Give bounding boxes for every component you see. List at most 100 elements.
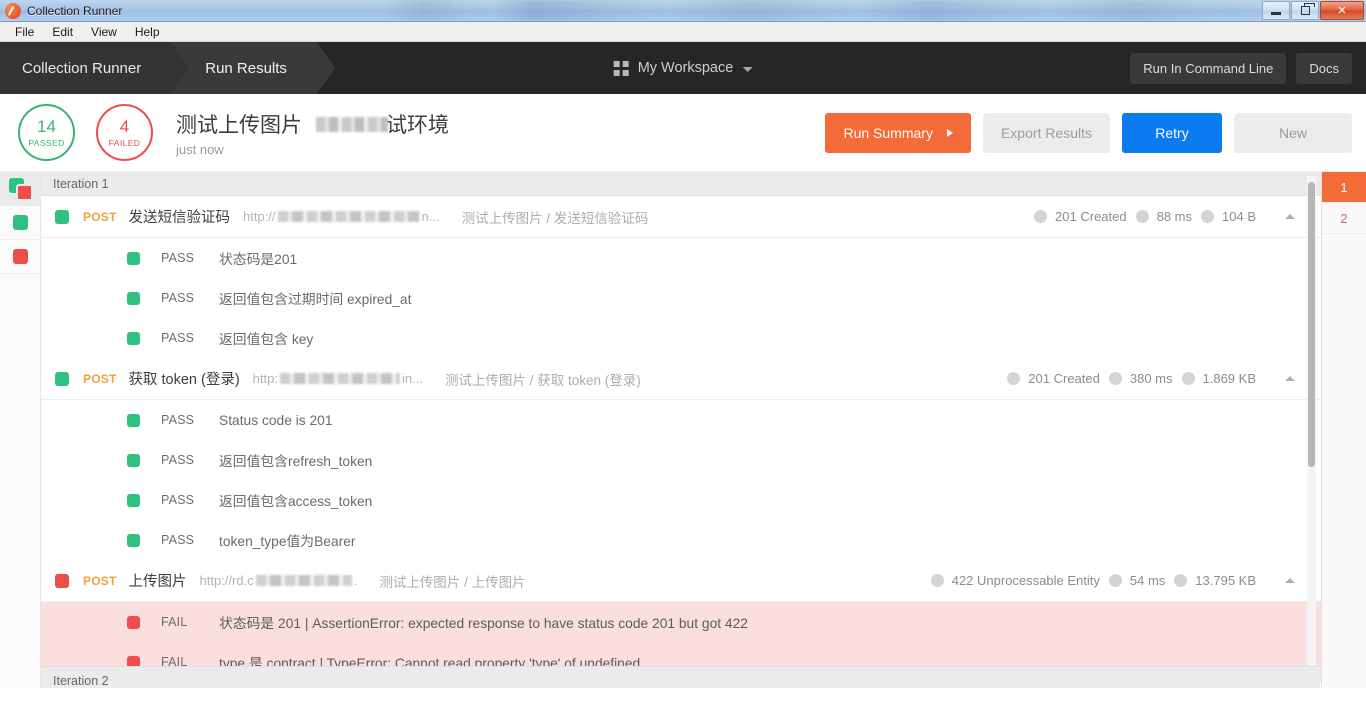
size-metric: 104 B bbox=[1201, 209, 1256, 224]
request-metrics: 422 Unprocessable Entity 54 ms 13.795 KB bbox=[930, 573, 1295, 588]
status-code-metric: 201 Created bbox=[1007, 371, 1100, 386]
menu-bar: File Edit View Help bbox=[0, 22, 1366, 42]
failed-count: 4 bbox=[119, 116, 130, 136]
minimize-icon bbox=[1271, 11, 1281, 15]
test-name: 返回值包含access_token bbox=[219, 494, 373, 509]
window-controls: ✕ bbox=[1261, 1, 1364, 20]
request-name: 上传图片 bbox=[128, 574, 187, 590]
fail-icon bbox=[127, 615, 140, 629]
time-dot-icon bbox=[1135, 210, 1149, 223]
request-path: 测试上传图片 / 获取 token (登录) bbox=[444, 372, 641, 388]
test-row: PASS 返回值包含 key bbox=[41, 318, 1321, 358]
status-dot-icon bbox=[1034, 210, 1048, 223]
retry-button[interactable]: Retry bbox=[1122, 112, 1222, 153]
test-name: 状态码是201 bbox=[219, 252, 298, 267]
filter-failed-button[interactable] bbox=[0, 240, 40, 274]
test-row: FAIL 状态码是 201 | AssertionError: expected… bbox=[41, 602, 1321, 642]
menu-help[interactable]: Help bbox=[126, 23, 169, 41]
iteration-page-1[interactable]: 1 bbox=[1322, 172, 1366, 203]
status-dot-icon bbox=[1007, 372, 1021, 385]
workspace-selector[interactable]: My Workspace bbox=[604, 42, 763, 94]
chevron-up-icon[interactable] bbox=[1285, 214, 1295, 219]
test-result: PASS bbox=[161, 453, 195, 467]
chevron-right-icon bbox=[946, 128, 953, 137]
test-result: PASS bbox=[161, 413, 195, 427]
request-row[interactable]: POST 发送短信验证码 http:// n... 测试上传图片 / 发送短信验… bbox=[41, 196, 1321, 238]
postman-icon bbox=[5, 2, 21, 19]
request-method: POST bbox=[83, 573, 117, 588]
workspace-label: My Workspace bbox=[637, 60, 734, 76]
size-dot-icon bbox=[1201, 210, 1215, 223]
docs-button[interactable]: Docs bbox=[1296, 52, 1352, 84]
failed-label: FAILED bbox=[108, 137, 141, 148]
iteration-page-2[interactable]: 2 bbox=[1322, 203, 1366, 234]
test-result: PASS bbox=[161, 291, 195, 305]
run-in-command-line-button[interactable]: Run In Command Line bbox=[1130, 52, 1287, 84]
chevron-up-icon[interactable] bbox=[1285, 376, 1295, 381]
test-result: FAIL bbox=[161, 615, 188, 629]
size-metric: 13.795 KB bbox=[1174, 573, 1256, 588]
size-dot-icon bbox=[1174, 574, 1188, 587]
breadcrumb-run-results[interactable]: Run Results bbox=[171, 42, 335, 94]
request-method: POST bbox=[83, 209, 117, 224]
chevron-down-icon bbox=[742, 67, 753, 72]
grid-icon bbox=[613, 60, 629, 76]
time-metric: 54 ms bbox=[1108, 573, 1165, 588]
close-button[interactable]: ✕ bbox=[1320, 1, 1364, 20]
request-row[interactable]: POST 获取 token (登录) http: in... 测试上传图片 / … bbox=[41, 358, 1321, 400]
menu-edit[interactable]: Edit bbox=[43, 23, 82, 41]
run-summary-button[interactable]: Run Summary bbox=[825, 112, 971, 153]
results-scrollbar[interactable] bbox=[1307, 176, 1316, 684]
redacted-url bbox=[277, 211, 420, 222]
request-row[interactable]: POST 上传图片 http://rd.c . 测试上传图片 / 上传图片 42… bbox=[41, 560, 1321, 602]
time-dot-icon bbox=[1108, 574, 1122, 587]
run-title-block: 测试上传图片 试环境 just now bbox=[176, 109, 449, 157]
next-iteration-header: Iteration 2 bbox=[41, 666, 1320, 688]
run-timestamp: just now bbox=[176, 141, 224, 157]
pass-icon bbox=[127, 413, 140, 427]
test-row: PASS 返回值包含过期时间 expired_at bbox=[41, 278, 1321, 318]
test-row: PASS token_type值为Bearer bbox=[41, 520, 1321, 560]
os-title-bar: Collection Runner ✕ bbox=[0, 0, 1366, 22]
redacted-url bbox=[255, 575, 352, 586]
test-result: PASS bbox=[161, 331, 195, 345]
results-list: Iteration 1 POST 发送短信验证码 http:// n... 测试… bbox=[41, 172, 1321, 688]
passed-label: PASSED bbox=[28, 137, 65, 148]
pass-icon bbox=[127, 291, 140, 305]
breadcrumb: Collection Runner Run Results bbox=[0, 42, 335, 94]
request-url: http://rd.c . bbox=[199, 573, 358, 588]
request-path: 测试上传图片 / 上传图片 bbox=[379, 574, 526, 590]
minimize-button[interactable] bbox=[1262, 1, 1290, 20]
new-run-button[interactable]: New bbox=[1234, 112, 1352, 153]
menu-file[interactable]: File bbox=[6, 23, 43, 41]
test-name: token_type值为Bearer bbox=[219, 534, 356, 549]
export-results-button[interactable]: Export Results bbox=[982, 112, 1110, 153]
time-metric: 380 ms bbox=[1108, 371, 1173, 386]
status-code-metric: 201 Created bbox=[1034, 209, 1127, 224]
scrollbar-thumb[interactable] bbox=[1308, 182, 1315, 467]
iteration-header: Iteration 1 bbox=[41, 172, 1321, 196]
status-code-metric: 422 Unprocessable Entity bbox=[930, 573, 1100, 588]
request-name: 发送短信验证码 bbox=[128, 210, 230, 226]
filter-passed-button[interactable] bbox=[0, 206, 40, 240]
request-status-icon bbox=[55, 371, 69, 386]
results-body: Iteration 1 POST 发送短信验证码 http:// n... 测试… bbox=[0, 172, 1366, 688]
request-metrics: 201 Created 88 ms 104 B bbox=[1034, 209, 1295, 224]
chevron-up-icon[interactable] bbox=[1285, 578, 1295, 583]
window-title: Collection Runner bbox=[27, 3, 123, 18]
test-name: 状态码是 201 | AssertionError: expected resp… bbox=[219, 616, 748, 631]
summary-actions: Run Summary Export Results Retry New bbox=[825, 112, 1352, 153]
breadcrumb-collection-runner[interactable]: Collection Runner bbox=[0, 42, 190, 94]
page-title: 测试上传图片 bbox=[176, 113, 302, 137]
request-method: POST bbox=[83, 371, 117, 386]
nav-actions: Run In Command Line Docs bbox=[1130, 42, 1366, 94]
filter-all-button[interactable] bbox=[0, 172, 40, 206]
iteration-pager: 1 2 bbox=[1321, 172, 1366, 688]
menu-view[interactable]: View bbox=[82, 23, 126, 41]
restore-button[interactable] bbox=[1291, 1, 1319, 20]
request-url: http: in... bbox=[252, 371, 423, 386]
failed-stat: 4 FAILED bbox=[96, 104, 153, 161]
test-row: PASS Status code is 201 bbox=[41, 400, 1321, 440]
fail-square-icon bbox=[12, 249, 28, 264]
status-dot-icon bbox=[930, 574, 944, 587]
